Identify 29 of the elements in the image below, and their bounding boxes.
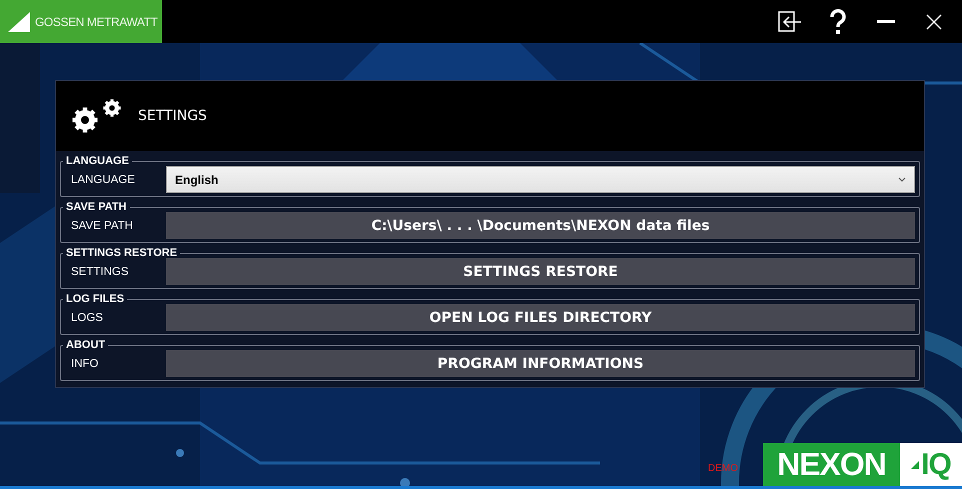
logout-button[interactable] — [778, 10, 802, 34]
demo-label: DEMO — [708, 463, 738, 474]
dropdown-value: English — [175, 172, 218, 186]
action-button[interactable]: SETTINGS RESTORE — [166, 258, 915, 285]
help-icon — [829, 8, 847, 34]
field-label: SAVE PATH — [71, 220, 134, 232]
logo-triangle-icon — [8, 12, 30, 32]
product-logo-suffix: IQ — [900, 443, 962, 486]
close-icon — [926, 14, 942, 30]
field-label: SETTINGS — [71, 266, 130, 278]
chevron-down-icon — [898, 177, 906, 182]
minimize-icon — [877, 20, 895, 24]
group-heading: SETTINGS RESTORE — [65, 247, 178, 259]
language-dropdown[interactable]: English — [166, 166, 915, 193]
panel-title: SETTINGS — [138, 108, 207, 124]
group-heading: LANGUAGE — [65, 155, 130, 167]
field-label: INFO — [71, 358, 100, 370]
group-heading: LOG FILES — [65, 293, 126, 305]
action-button[interactable]: OPEN LOG FILES DIRECTORY — [166, 304, 915, 331]
exit-icon — [778, 10, 802, 32]
group-heading: SAVE PATH — [65, 201, 128, 213]
group-heading: ABOUT — [65, 339, 106, 351]
product-logo-name: NEXON — [763, 443, 900, 486]
triangle-icon — [911, 460, 920, 468]
brand-name: GOSSEN METRAWATT — [35, 14, 158, 28]
field-label: LOGS — [71, 312, 104, 324]
action-button[interactable]: C:\Users\ . . . \Documents\NEXON data files — [166, 212, 915, 239]
field-label: LANGUAGE — [71, 174, 136, 186]
action-button[interactable]: PROGRAM INFORMATIONS — [166, 350, 915, 377]
